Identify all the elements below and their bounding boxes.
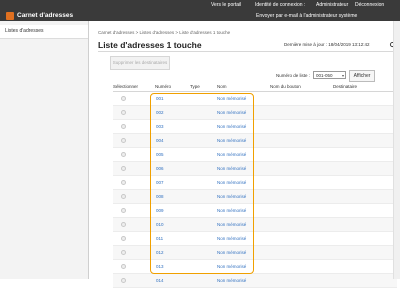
row-select-radio[interactable] xyxy=(121,250,126,255)
title-divider xyxy=(98,51,397,52)
header-type: Type xyxy=(190,84,200,89)
list-number-label: Numéro de liste : xyxy=(276,73,311,78)
login-user: Administrateur xyxy=(316,2,349,8)
address-book-icon xyxy=(6,12,14,20)
header-button-name: Nom du bouton xyxy=(270,84,301,89)
sidebar: Listes d'adresses xyxy=(0,21,89,279)
row-select-radio[interactable] xyxy=(121,180,126,185)
header-destination: Destinataire xyxy=(333,84,358,89)
last-update: Dernière mise à jour : 18/04/2019 13:12:… xyxy=(284,42,370,47)
remove-destinations-button[interactable]: Supprimer les destinataires xyxy=(110,56,170,70)
row-select-radio[interactable] xyxy=(121,110,126,115)
chevron-down-icon: ▾ xyxy=(341,73,344,78)
row-select-radio[interactable] xyxy=(121,124,126,129)
login-label: Identité de connexion : xyxy=(255,2,306,8)
main-content: Carnet d'adresses > Listes d'adresses > … xyxy=(89,21,400,288)
highlight-box xyxy=(150,93,254,274)
table-row[interactable]: 014 Non mémorisé xyxy=(113,274,397,288)
portal-link[interactable]: Vers le portail xyxy=(211,2,241,8)
app-title: Carnet d'adresses xyxy=(17,12,74,19)
list-number-select[interactable]: 001-050 ▾ xyxy=(313,71,346,79)
app-header: Carnet d'adresses Vers le portail Identi… xyxy=(0,0,400,21)
row-select-radio[interactable] xyxy=(121,222,126,227)
send-mail-link[interactable]: Envoyer par e-mail à l'administrateur sy… xyxy=(256,13,357,19)
show-button[interactable]: Afficher xyxy=(349,70,375,82)
header-name: Nom xyxy=(217,84,227,89)
page-title: Liste d'adresses 1 touche xyxy=(98,40,202,50)
row-select-radio[interactable] xyxy=(121,96,126,101)
row-select-radio[interactable] xyxy=(121,194,126,199)
list-number-value: 001-050 xyxy=(316,73,333,78)
row-select-radio[interactable] xyxy=(121,152,126,157)
header-select: Sélectionner xyxy=(113,84,139,89)
logout-link[interactable]: Déconnexion xyxy=(355,2,384,8)
row-select-radio[interactable] xyxy=(121,264,126,269)
row-select-radio[interactable] xyxy=(121,166,126,171)
row-select-radio[interactable] xyxy=(121,208,126,213)
header-number: Numéro xyxy=(155,84,172,89)
table-header: Sélectionner Numéro Type Nom Nom du bout… xyxy=(113,82,397,92)
row-select-radio[interactable] xyxy=(121,138,126,143)
breadcrumb[interactable]: Carnet d'adresses > Listes d'adresses > … xyxy=(98,30,230,35)
scrollbar[interactable] xyxy=(393,21,400,279)
sidebar-item-address-lists[interactable]: Listes d'adresses xyxy=(0,25,88,39)
row-select-radio[interactable] xyxy=(121,236,126,241)
sidebar-item-label: Listes d'adresses xyxy=(5,28,44,34)
